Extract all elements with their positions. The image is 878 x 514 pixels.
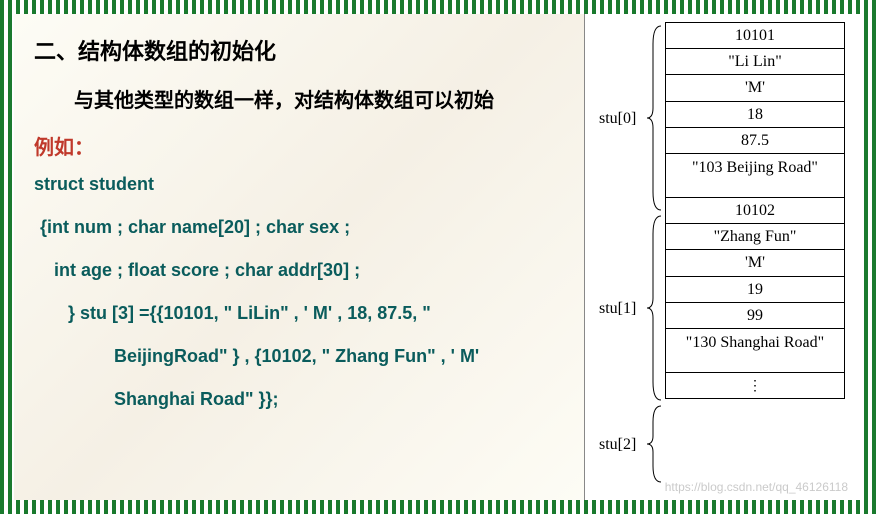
table-cell: 19 <box>666 277 844 303</box>
table-cell: 'M' <box>666 75 844 101</box>
example-label: 例如： <box>34 131 574 160</box>
table-cell: ⋮ <box>666 373 844 399</box>
array-index-label: stu[2] <box>599 436 636 454</box>
brace-icon <box>647 214 665 402</box>
code-line-2: {int num ; char name[20] ; char sex ; <box>34 217 574 238</box>
brace-icon <box>647 404 665 484</box>
watermark-text: https://blog.csdn.net/qq_46126118 <box>665 480 848 494</box>
brace-icon <box>647 24 665 212</box>
table-cell: 87.5 <box>666 128 844 154</box>
table-cell: 99 <box>666 303 844 329</box>
code-line-1: struct student <box>34 174 574 195</box>
code-line-6: Shanghai Road" }}; <box>34 389 574 410</box>
table-cell: 'M' <box>666 250 844 276</box>
array-index-label: stu[0] <box>599 110 636 128</box>
table-cell: "Li Lin" <box>666 49 844 75</box>
code-line-5: BeijingRoad" } , {10102, " Zhang Fun" , … <box>34 346 574 367</box>
code-line-3: int age ; float score ; char addr[30] ; <box>34 260 574 281</box>
code-line-4: } stu [3] ={{10101, " LiLin" , ' M' , 18… <box>34 303 574 324</box>
vertical-dots-icon: ⋮ <box>748 383 762 390</box>
struct-array-table: 10101 "Li Lin" 'M' 18 87.5 "103 Beijing … <box>665 22 845 399</box>
table-cell: 18 <box>666 102 844 128</box>
slide-container: 二、结构体数组的初始化 与其他类型的数组一样，对结构体数组可以初始 例如： st… <box>14 14 864 500</box>
table-cell: 10102 <box>666 198 844 224</box>
table-cell: "103 Beijing Road" <box>666 154 844 198</box>
table-cell: 10101 <box>666 23 844 49</box>
array-index-label: stu[1] <box>599 300 636 318</box>
text-content-area: 二、结构体数组的初始化 与其他类型的数组一样，对结构体数组可以初始 例如： st… <box>14 14 584 500</box>
memory-diagram: 10101 "Li Lin" 'M' 18 87.5 "103 Beijing … <box>584 14 864 500</box>
table-cell: "130 Shanghai Road" <box>666 329 844 373</box>
body-paragraph: 与其他类型的数组一样，对结构体数组可以初始 <box>34 84 574 113</box>
section-heading: 二、结构体数组的初始化 <box>34 34 574 66</box>
table-cell: "Zhang Fun" <box>666 224 844 250</box>
